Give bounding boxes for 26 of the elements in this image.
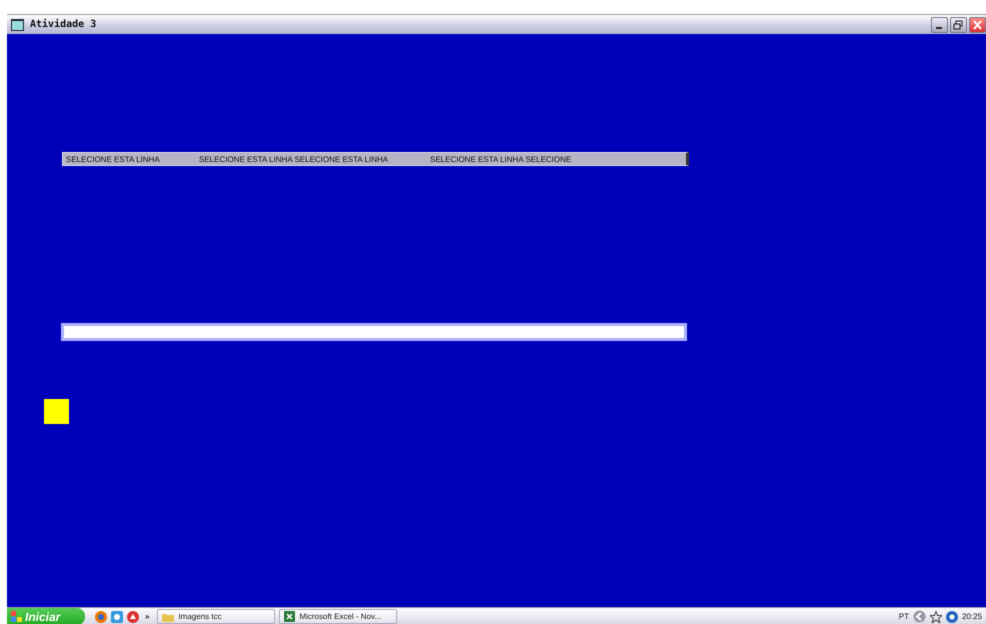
window-icon xyxy=(11,18,24,30)
language-indicator[interactable]: PT xyxy=(898,612,909,621)
globe-icon[interactable] xyxy=(95,610,107,622)
folder-icon xyxy=(162,612,174,622)
input-field[interactable] xyxy=(61,323,687,341)
square-shape xyxy=(44,399,69,424)
minimize-button[interactable] xyxy=(931,16,948,32)
network-icon[interactable] xyxy=(946,610,958,622)
spreadsheet-icon xyxy=(284,611,296,622)
minimize-icon xyxy=(936,26,942,28)
taskbar-button[interactable]: Microsoft Excel - Nov... xyxy=(279,609,398,624)
close-icon xyxy=(973,20,982,30)
line-text: SELECIONE ESTA LINHA SELECIONE xyxy=(430,154,572,164)
clock: 20:25 xyxy=(962,612,982,621)
line-text: SELECIONE ESTA LINHA SELECIONE ESTA LINHA xyxy=(199,154,390,164)
overflow-chevron[interactable]: » xyxy=(145,612,150,621)
line-text: SELECIONE ESTA LINHA xyxy=(66,154,161,164)
taskbar-button[interactable]: Imagens tcc xyxy=(157,609,276,624)
window-title: Atividade 3 xyxy=(30,19,98,30)
windows-logo-icon xyxy=(11,611,22,622)
restore-button[interactable] xyxy=(950,16,967,32)
app-icon[interactable] xyxy=(127,610,139,622)
browser-icon[interactable] xyxy=(111,610,123,622)
close-button[interactable] xyxy=(969,16,986,32)
restore-icon xyxy=(954,20,962,29)
star-icon[interactable] xyxy=(930,610,942,622)
